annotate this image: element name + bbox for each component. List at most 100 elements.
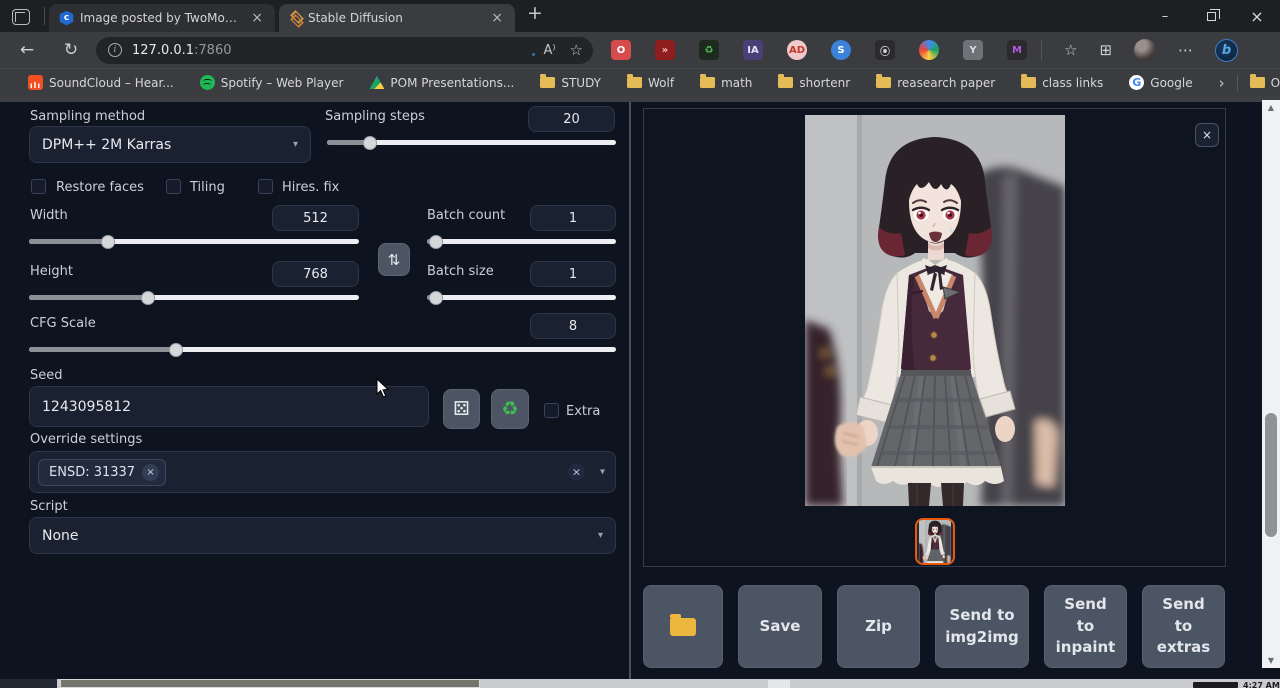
extra-seed-checkbox[interactable] <box>544 403 559 418</box>
width-input[interactable]: 512 <box>272 205 359 231</box>
batch-count-slider[interactable] <box>427 239 616 244</box>
chip-remove-icon[interactable]: × <box>142 464 159 481</box>
slider-handle[interactable] <box>141 291 155 305</box>
tab-image-posted[interactable]: c Image posted by TwoMoreTimes × <box>49 4 275 32</box>
restore-button[interactable] <box>1188 0 1234 32</box>
extension-icon-pin[interactable]: ⦿ <box>875 40 895 60</box>
extension-icon-shazam[interactable]: S <box>831 40 851 60</box>
extension-icon-medal[interactable]: M <box>1007 40 1027 60</box>
mouse-cursor <box>376 378 389 398</box>
titlebar-separator <box>44 7 45 25</box>
send-to-img2img-button[interactable]: Send to img2img <box>935 585 1029 668</box>
address-bar[interactable]: i 127.0.0.1:7860 A⁾ ☆ <box>96 37 593 64</box>
back-button[interactable]: ← <box>12 40 42 60</box>
send-to-inpaint-button[interactable]: Send to inpaint <box>1044 585 1127 668</box>
extension-icon-speed[interactable]: » <box>655 40 675 60</box>
close-window-button[interactable]: × <box>1234 0 1280 32</box>
seed-input[interactable]: 1243095812 <box>29 386 429 427</box>
tab-close-icon[interactable]: × <box>247 10 267 26</box>
bookmark-folder-study[interactable]: STUDY <box>540 76 601 90</box>
sampling-method-dropdown[interactable]: DPM++ 2M Karras ▾ <box>29 126 311 163</box>
slider-handle[interactable] <box>429 235 443 249</box>
spotify-icon <box>200 75 215 90</box>
extension-icon-green[interactable]: ♻ <box>699 40 719 60</box>
bookmark-spotify[interactable]: Spotify – Web Player <box>200 75 344 90</box>
add-favorite-star-icon[interactable]: ☆ <box>570 41 583 59</box>
send-to-extras-button[interactable]: Send to extras <box>1142 585 1225 668</box>
browser-titlebar: c Image posted by TwoMoreTimes × Stable … <box>0 0 1280 32</box>
cfg-scale-slider[interactable] <box>29 347 616 352</box>
override-clear-icon[interactable]: × <box>568 464 585 481</box>
new-tab-button[interactable]: + <box>527 2 543 24</box>
bookmark-folder-shortenr[interactable]: shortenr <box>778 76 850 90</box>
script-label: Script <box>30 499 68 514</box>
height-input[interactable]: 768 <box>272 261 359 287</box>
bookmark-folder-research[interactable]: reasearch paper <box>876 76 995 90</box>
scroll-up-icon[interactable]: ▲ <box>1262 100 1280 115</box>
reuse-seed-button[interactable]: ♻ <box>491 389 529 429</box>
bookmark-pom[interactable]: POM Presentations... <box>369 76 514 90</box>
bookmark-label: Wolf <box>648 76 674 90</box>
tiling-checkbox[interactable] <box>166 179 181 194</box>
tab-actions-menu-icon[interactable] <box>12 9 30 25</box>
width-slider[interactable] <box>29 239 359 244</box>
generated-image[interactable] <box>805 115 1065 506</box>
scroll-down-icon[interactable]: ▼ <box>1262 653 1280 668</box>
scrollbar-thumb[interactable] <box>1265 413 1277 537</box>
bookmark-label: POM Presentations... <box>390 76 514 90</box>
script-dropdown[interactable]: None ▾ <box>29 517 616 554</box>
tab-close-icon[interactable]: × <box>487 10 507 26</box>
close-gallery-button[interactable]: × <box>1195 123 1219 147</box>
slider-handle[interactable] <box>169 343 183 357</box>
open-folder-button[interactable] <box>643 585 723 668</box>
bing-chat-icon[interactable]: b <box>1215 39 1238 62</box>
slider-handle[interactable] <box>101 235 115 249</box>
bookmark-folder-wolf[interactable]: Wolf <box>627 76 674 90</box>
height-slider[interactable] <box>29 295 359 300</box>
vertical-scrollbar[interactable]: ▲ ▼ <box>1262 100 1280 668</box>
sampling-steps-slider[interactable] <box>327 140 616 145</box>
refresh-button[interactable]: ↻ <box>56 40 86 60</box>
restore-faces-checkbox[interactable] <box>31 179 46 194</box>
extension-icon-adblock[interactable]: AD <box>787 40 807 60</box>
bookmarks-chevron-icon[interactable]: › <box>1219 74 1225 92</box>
cfg-scale-input[interactable]: 8 <box>530 313 616 339</box>
sampling-steps-input[interactable]: 20 <box>528 106 615 132</box>
override-chip-ensd[interactable]: ENSD: 31337 × <box>38 459 166 486</box>
url-text[interactable]: 127.0.0.1:7860 <box>132 43 515 58</box>
bookmark-google[interactable]: GGoogle <box>1129 75 1192 90</box>
batch-size-slider[interactable] <box>427 295 616 300</box>
extension-icon-ia[interactable]: IA <box>743 40 763 60</box>
site-info-icon[interactable]: i <box>108 43 122 57</box>
gallery-thumbnail-selected[interactable] <box>915 518 955 565</box>
bookmark-soundcloud[interactable]: ılıSoundCloud – Hear... <box>28 75 174 90</box>
read-aloud-icon[interactable]: A⁾ <box>543 43 555 58</box>
save-button[interactable]: Save <box>738 585 822 668</box>
extension-icon-y[interactable]: Y <box>963 40 983 60</box>
extension-icon-globe[interactable] <box>919 40 939 60</box>
batch-size-input[interactable]: 1 <box>530 261 616 287</box>
taskbar-clock: 4:27 AM <box>1243 681 1280 688</box>
collections-icon[interactable]: ⊞ <box>1099 41 1112 59</box>
width-label: Width <box>30 208 68 223</box>
override-settings-box[interactable]: ENSD: 31337 × × ▾ <box>29 451 616 493</box>
favorites-star-icon[interactable]: ☆ <box>1064 41 1077 59</box>
hires-fix-checkbox[interactable] <box>258 179 273 194</box>
profile-avatar[interactable] <box>1134 39 1156 61</box>
browser-toolbar: ← ↻ i 127.0.0.1:7860 A⁾ ☆ O » ♻ IA AD S … <box>0 32 1280 68</box>
bottom-edge-strip: 4:27 AM <box>0 679 1280 688</box>
batch-count-input[interactable]: 1 <box>530 205 616 231</box>
tab-stable-diffusion[interactable]: Stable Diffusion × <box>279 4 515 32</box>
zip-button[interactable]: Zip <box>837 585 920 668</box>
bookmark-folder-math[interactable]: math <box>700 76 752 90</box>
minimize-button[interactable]: – <box>1142 0 1188 32</box>
bookmark-other-favorites[interactable]: Other favorites <box>1250 76 1280 90</box>
extension-icon-o[interactable]: O <box>611 40 631 60</box>
bookmark-folder-classlinks[interactable]: class links <box>1021 76 1103 90</box>
slider-handle[interactable] <box>363 136 377 150</box>
swap-width-height-button[interactable]: ⇅ <box>378 243 410 276</box>
random-seed-button[interactable]: ⚄ <box>443 389 480 429</box>
folder-icon <box>876 77 891 88</box>
slider-handle[interactable] <box>429 291 443 305</box>
settings-more-icon[interactable]: ⋯ <box>1178 41 1193 59</box>
